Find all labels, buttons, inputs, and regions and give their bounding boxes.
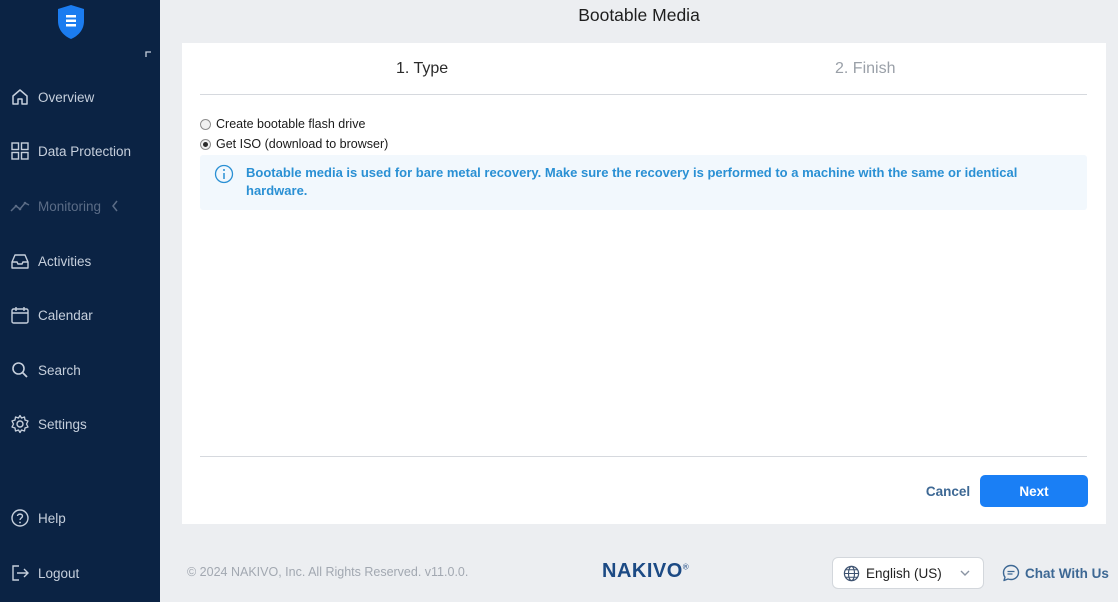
calendar-icon <box>9 304 31 326</box>
radio-flash-drive[interactable] <box>200 118 211 130</box>
sidebar-item-label: Help <box>38 510 66 526</box>
sidebar-item-overview[interactable]: Overview <box>0 80 160 114</box>
chat-label: Chat With Us <box>1025 565 1109 581</box>
sidebar-item-label: Calendar <box>38 307 93 323</box>
option-flash-drive[interactable]: Create bootable flash drive <box>200 117 365 131</box>
sidebar-item-settings[interactable]: Settings <box>0 407 160 441</box>
page-title: Bootable Media <box>578 5 700 25</box>
sidebar-item-activities[interactable]: Activities <box>0 244 160 278</box>
sidebar-item-label: Activities <box>38 253 92 269</box>
sidebar-item-label: Overview <box>38 89 95 105</box>
next-button[interactable]: Next <box>980 475 1088 507</box>
sidebar-item-logout[interactable]: Logout <box>0 556 160 590</box>
home-icon <box>9 86 31 108</box>
chat-with-us-button[interactable]: Chat With Us <box>1002 564 1109 582</box>
collapse-toggle-icon[interactable] <box>144 50 152 58</box>
sidebar-item-label: Monitoring <box>38 198 102 214</box>
sidebar-item-help[interactable]: Help <box>0 501 160 535</box>
brand-logo: NAKIVO® <box>602 560 689 583</box>
sidebar: Overview Data Protection Monitoring Acti… <box>0 0 160 602</box>
radio-get-iso[interactable] <box>200 138 211 150</box>
sidebar-item-label: Settings <box>38 416 87 432</box>
copyright-text: © 2024 NAKIVO, Inc. All Rights Reserved.… <box>187 565 469 579</box>
chart-line-icon <box>9 195 31 217</box>
grid-icon <box>9 140 31 162</box>
info-alert: Bootable media is used for bare metal re… <box>200 155 1087 210</box>
language-select[interactable]: English (US) <box>832 557 984 589</box>
option-label: Get ISO (download to browser) <box>216 137 389 151</box>
sidebar-item-data-protection[interactable]: Data Protection <box>0 134 160 168</box>
brand-name: NAKIVO <box>602 560 683 582</box>
sidebar-item-label: Logout <box>38 565 80 581</box>
sidebar-item-monitoring[interactable]: Monitoring <box>0 189 160 223</box>
info-icon <box>214 164 234 184</box>
option-get-iso[interactable]: Get ISO (download to browser) <box>200 137 388 151</box>
chat-icon <box>1002 564 1020 582</box>
wizard-steps: 1. Type 2. Finish <box>200 43 1087 95</box>
sidebar-item-label: Data Protection <box>38 143 132 159</box>
info-message: Bootable media is used for bare metal re… <box>246 165 1018 198</box>
step-finish: 2. Finish <box>835 60 896 77</box>
help-icon <box>9 507 31 529</box>
chevron-left-icon <box>112 200 118 212</box>
cancel-button[interactable]: Cancel <box>919 475 977 507</box>
divider <box>200 456 1087 457</box>
globe-icon <box>843 565 860 581</box>
logo-shield-icon[interactable] <box>56 4 86 40</box>
sidebar-item-search[interactable]: Search <box>0 353 160 387</box>
sidebar-item-calendar[interactable]: Calendar <box>0 298 160 332</box>
chevron-down-icon <box>960 570 970 576</box>
sidebar-item-label: Search <box>38 362 81 378</box>
logout-icon <box>9 562 31 584</box>
gear-icon <box>9 413 31 435</box>
step-type: 1. Type <box>396 60 449 77</box>
brand-mark: ® <box>682 562 690 572</box>
inbox-icon <box>9 250 31 272</box>
option-label: Create bootable flash drive <box>216 117 366 131</box>
wizard-panel: 1. Type 2. Finish Create bootable flash … <box>182 43 1106 524</box>
language-value: English (US) <box>866 565 942 581</box>
search-icon <box>9 359 31 381</box>
